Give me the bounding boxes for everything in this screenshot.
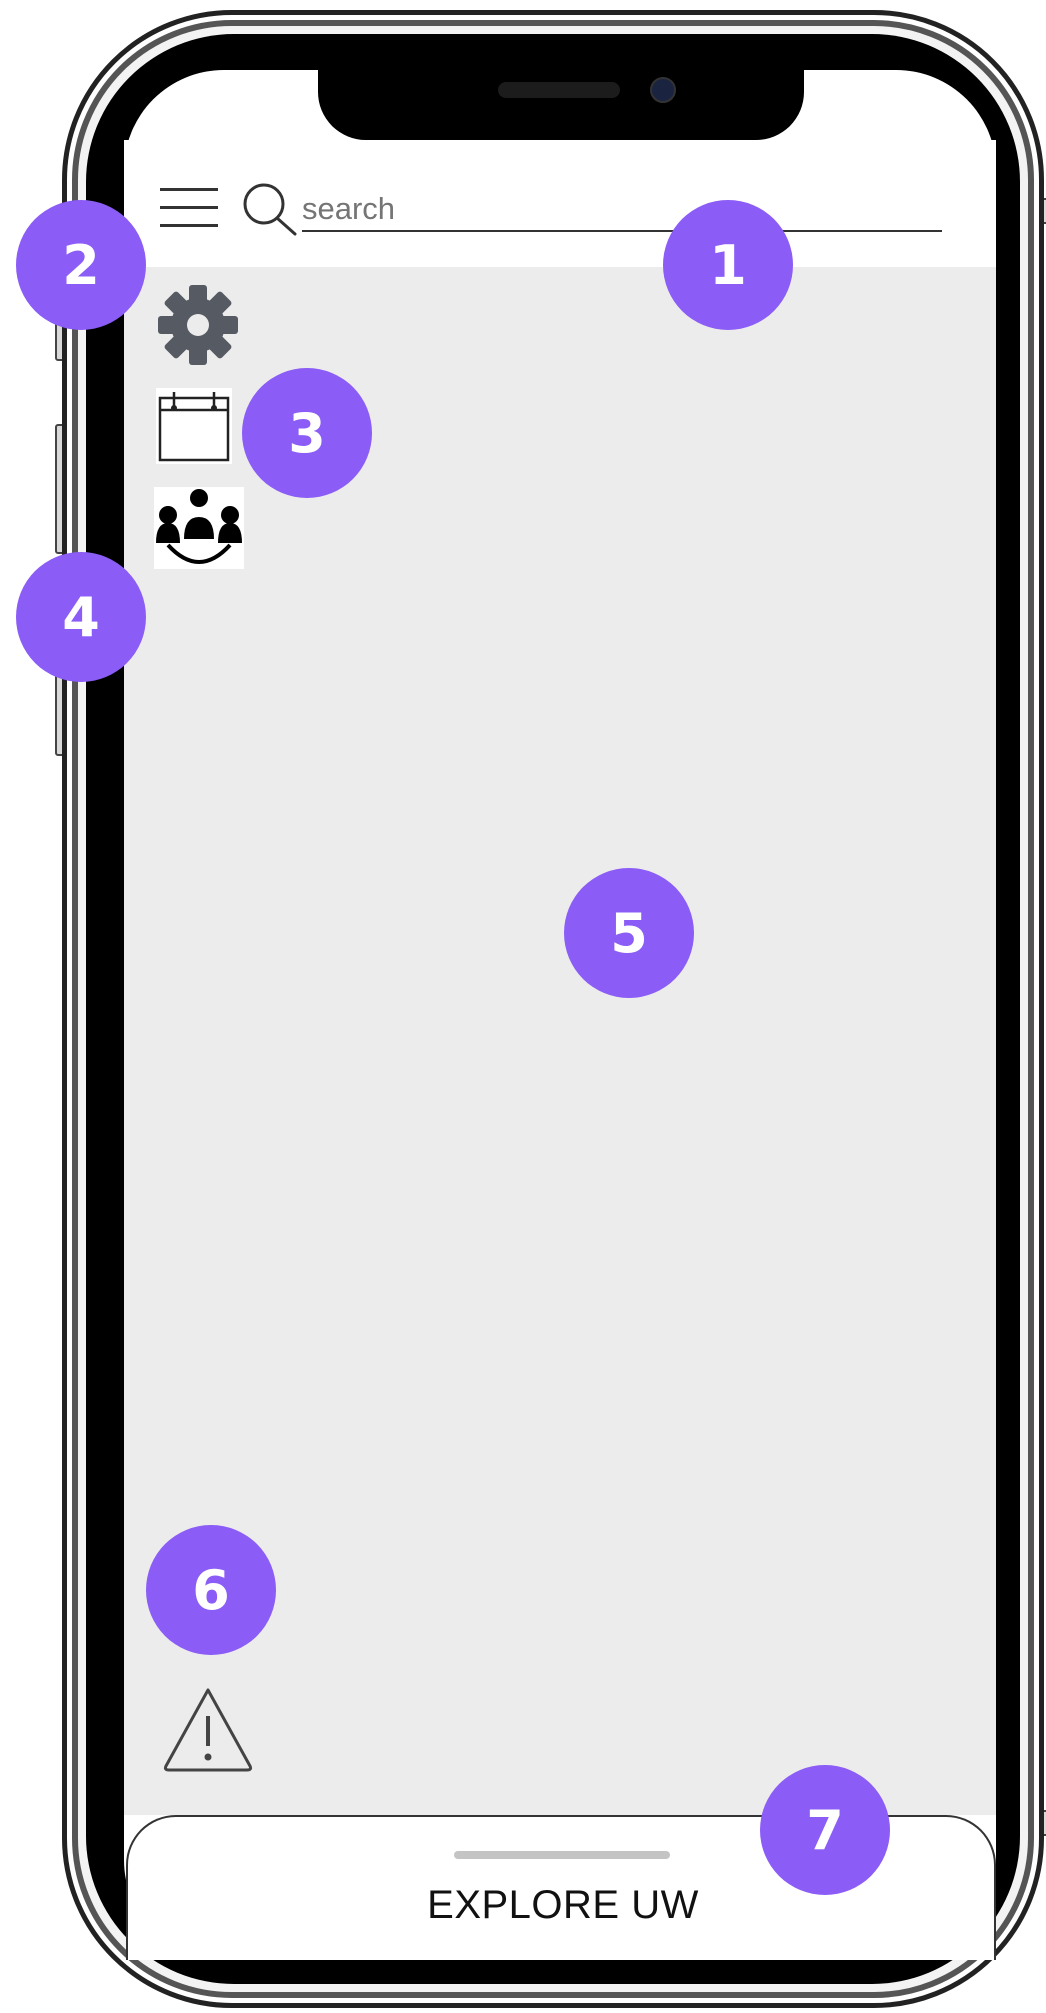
annotation-marker-3: 3 (242, 368, 372, 498)
annotation-marker-2: 2 (16, 200, 146, 330)
annotation-marker-7: 7 (760, 1765, 890, 1895)
annotation-marker-6: 6 (146, 1525, 276, 1655)
warning-triangle-icon[interactable] (162, 1686, 254, 1772)
annotation-marker-5: 5 (564, 868, 694, 998)
front-camera (650, 77, 676, 103)
gear-icon[interactable] (155, 282, 241, 368)
earpiece-speaker (498, 82, 620, 98)
phone-notch (318, 60, 804, 140)
calendar-icon[interactable] (156, 388, 232, 464)
people-group-icon[interactable] (154, 487, 244, 569)
search-input[interactable] (302, 188, 942, 232)
hamburger-menu-icon[interactable] (160, 186, 218, 230)
annotation-marker-4: 4 (16, 552, 146, 682)
annotation-marker-1: 1 (663, 200, 793, 330)
sheet-drag-handle[interactable] (454, 1851, 670, 1859)
explore-label: EXPLORE UW (427, 1883, 699, 1927)
search-icon[interactable] (240, 182, 300, 238)
